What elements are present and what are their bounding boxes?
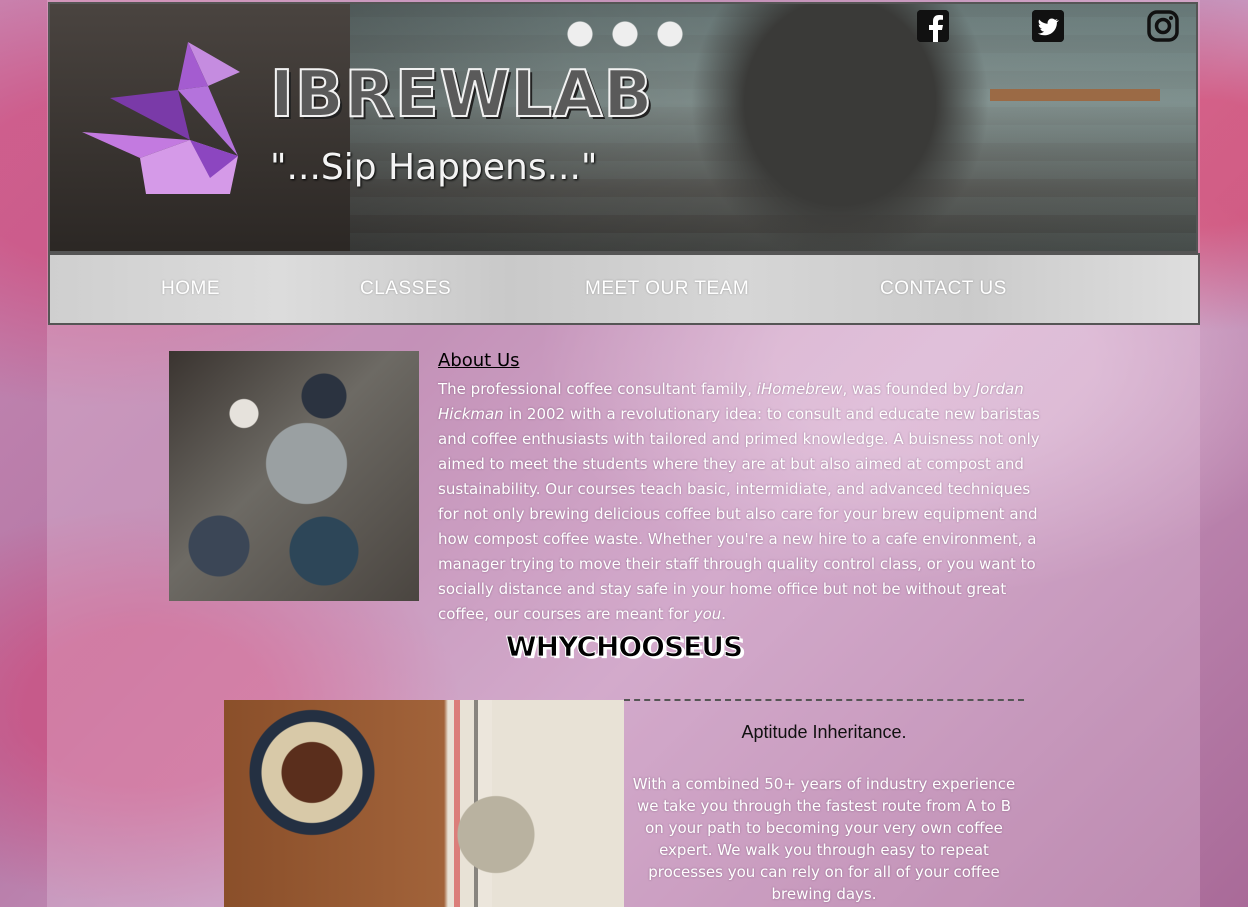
nav-meet-our-team[interactable]: MEET OUR TEAM: [585, 255, 749, 323]
why-choose-us-heading: WHYCHOOSEUS: [505, 630, 743, 664]
baristas-photo: [169, 351, 419, 601]
brand-name: IBREWLAB: [269, 57, 654, 133]
twitter-icon[interactable]: [1032, 10, 1064, 42]
pour-over-coffee-photo: [224, 700, 624, 907]
about-title: About Us: [438, 350, 520, 371]
shelf-photo: [990, 89, 1160, 101]
section-divider: [624, 699, 1024, 701]
main-nav: HOME CLASSES MEET OUR TEAM CONTACT US: [48, 253, 1200, 325]
facebook-icon[interactable]: [917, 10, 949, 42]
nav-home[interactable]: HOME: [161, 255, 220, 323]
feature-text: With a combined 50+ years of industry ex…: [632, 775, 1016, 903]
nav-classes[interactable]: CLASSES: [360, 255, 451, 323]
about-text: The professional coffee consultant famil…: [438, 380, 1040, 623]
cups-photo: [550, 14, 700, 54]
brand-tagline: "...Sip Happens...": [270, 147, 598, 188]
feature-title: Aptitude Inheritance.: [741, 722, 907, 742]
instagram-icon[interactable]: [1147, 10, 1179, 42]
origami-swan-icon[interactable]: [80, 38, 240, 198]
nav-contact-us[interactable]: CONTACT US: [880, 255, 1007, 323]
